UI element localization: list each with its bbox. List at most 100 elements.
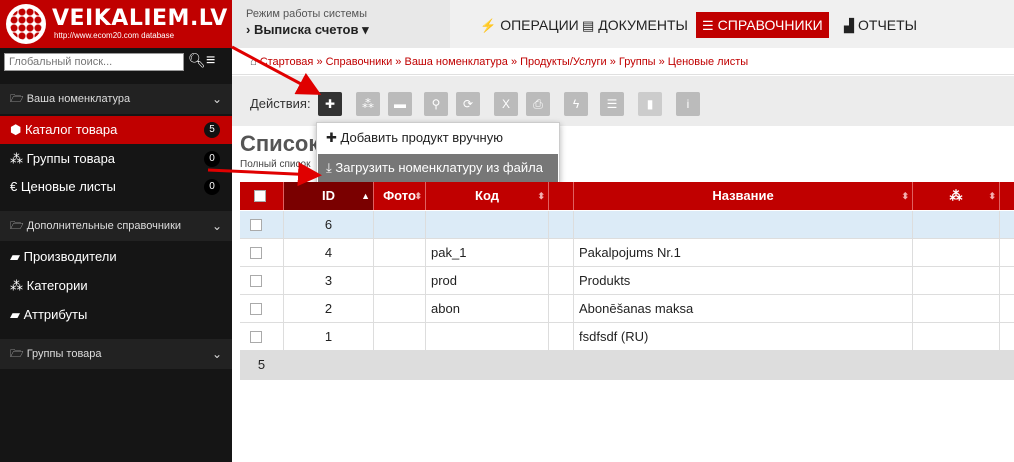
column-label: ID (322, 188, 335, 203)
nav-directories-label: СПРАВОЧНИКИ (717, 17, 823, 33)
cell-name (574, 211, 913, 239)
folder-open-icon: 🗁 (10, 93, 27, 105)
nav-documents[interactable]: ▤ ДОКУМЕНТЫ (576, 12, 694, 38)
cell-name: Pakalpojums Nr.1 (574, 239, 913, 267)
sort-icon[interactable]: ⬍ (537, 182, 545, 210)
mode-value-dropdown[interactable]: › Выписка счетов ▾ (246, 22, 369, 38)
page-title: Список (240, 131, 320, 156)
add-button[interactable]: ✚ (318, 92, 342, 116)
folder-open-icon: 🗁 (10, 220, 27, 232)
cell-photo (374, 323, 426, 351)
breadcrumb[interactable]: ⌂ Стартовая » Справочники » Ваша номенкл… (250, 56, 748, 68)
row-checkbox[interactable] (250, 331, 262, 343)
logo-pattern-icon (10, 8, 42, 40)
sidebar-item-price-lists[interactable]: € Ценовые листы 0 (0, 173, 232, 201)
count-badge: 0 (204, 151, 220, 167)
sidebar-item-label: Каталог товара (24, 122, 118, 137)
column-code[interactable]: Код ⬍ (426, 182, 549, 210)
refresh-button[interactable]: ⟳ (456, 92, 480, 116)
sidebar-item-attributes[interactable]: ▰ Аттрибуты (0, 301, 232, 329)
mode-label: Режим работы системы (246, 8, 368, 20)
row-checkbox[interactable] (250, 247, 262, 259)
sort-asc-icon[interactable]: ▲ (361, 182, 370, 210)
select-all-checkbox-cell[interactable] (240, 182, 284, 210)
chevron-down-icon: ⌄ (211, 92, 222, 106)
groups-button[interactable]: ⁂ (356, 92, 380, 116)
cell-groups (913, 267, 1000, 295)
nav-operations-label: ОПЕРАЦИИ (500, 17, 579, 33)
sort-icon[interactable]: ⬍ (988, 182, 996, 210)
cell-groups (913, 295, 1000, 323)
sidebar-item-manufacturers[interactable]: ▰ Производители (0, 243, 232, 271)
sidebar-item-groups[interactable]: ⁂ Группы товара 0 (0, 145, 232, 173)
column-groups[interactable]: ⁂ ⬍ (913, 182, 1000, 210)
nav-operations[interactable]: ⚡ ОПЕРАЦИИ (474, 12, 585, 38)
folder-open-icon: 🗁 (10, 348, 27, 360)
sidebar-section-additional[interactable]: 🗁 Дополнительные справочники ⌄ (0, 211, 232, 241)
sidebar-item-catalog[interactable]: ⬢ Каталог товара 5 (0, 116, 232, 144)
cell-code: prod (426, 267, 549, 295)
table-row[interactable]: 3 prod Produkts (240, 267, 1014, 295)
document-icon: ▤ (582, 18, 595, 33)
chevron-down-icon: ⌄ (211, 219, 222, 233)
sidebar-item-categories[interactable]: ⁂ Категории (0, 272, 232, 300)
chevron-down-icon: ⌄ (211, 347, 222, 361)
table-row[interactable]: 1 fsdfsdf (RU) (240, 323, 1014, 351)
menu-item-add-manually[interactable]: ✚ Добавить продукт вручную (318, 124, 558, 152)
column-extra[interactable] (1000, 182, 1014, 210)
folder-button[interactable]: ▬ (388, 92, 412, 116)
print-button[interactable]: ⎙ (526, 92, 550, 116)
info-button[interactable]: i (676, 92, 700, 116)
global-search-input[interactable] (4, 53, 184, 71)
logo-title: VEIKALIEM.LV (52, 6, 228, 31)
sitemap-icon: ⁂ (10, 278, 27, 293)
table-row[interactable]: 6 (240, 211, 1014, 239)
menu-item-label: Загрузить номенклатуру из файла (335, 160, 543, 175)
sidebar-item-label: Аттрибуты (23, 307, 88, 322)
cell-name: Abonēšanas maksa (574, 295, 913, 323)
cell-blank (549, 267, 574, 295)
excel-export-button[interactable]: X (494, 92, 518, 116)
cell-name: Produkts (574, 267, 913, 295)
cell-code: pak_1 (426, 239, 549, 267)
menu-item-import-file[interactable]: ⤓ Загрузить номенклатуру из файла (318, 154, 558, 182)
select-all-checkbox[interactable] (254, 190, 266, 202)
cell-blank (549, 323, 574, 351)
search-icon: ⚲ (431, 97, 441, 111)
bolt-icon: ⚡ (480, 18, 497, 33)
sidebar-item-label: Категории (26, 278, 88, 293)
cell-id: 6 (284, 211, 374, 239)
column-name[interactable]: Название ⬍ (574, 182, 913, 210)
search-button[interactable]: ⚲ (424, 92, 448, 116)
column-id[interactable]: ID ▲ (284, 182, 374, 210)
book-icon: ▰ (10, 249, 24, 264)
column-label: Фото (383, 188, 416, 203)
print-icon: ⎙ (533, 97, 543, 111)
refresh-icon: ⟳ (462, 97, 474, 111)
nav-directories[interactable]: ☰ СПРАВОЧНИКИ (696, 12, 829, 38)
search-icon[interactable]: 🔍︎ (188, 52, 206, 69)
operations-button[interactable]: ϟ (564, 92, 588, 116)
table-row[interactable]: 2 abon Abonēšanas maksa (240, 295, 1014, 323)
table-row[interactable]: 4 pak_1 Pakalpojums Nr.1 (240, 239, 1014, 267)
columns-button[interactable]: ☰ (600, 92, 624, 116)
nav-reports[interactable]: ▟ ОТЧЕТЫ (838, 12, 923, 38)
menu-icon[interactable]: ≡ (206, 52, 215, 70)
sidebar-section-groups[interactable]: 🗁 Группы товара ⌄ (0, 339, 232, 369)
row-checkbox[interactable] (250, 275, 262, 287)
delete-button[interactable]: ▮ (638, 92, 662, 116)
sidebar-section-nomenclature[interactable]: 🗁 Ваша номенклатура ⌄ (0, 84, 232, 114)
page-subtitle: Полный список (240, 159, 311, 170)
cell-groups (913, 211, 1000, 239)
list-icon: ☰ (606, 97, 618, 111)
cell-photo (374, 295, 426, 323)
cell-id: 3 (284, 267, 374, 295)
column-photo[interactable]: Фото ⬍ (374, 182, 426, 210)
breadcrumb-text[interactable]: Стартовая » Справочники » Ваша номенклат… (260, 56, 749, 68)
row-checkbox[interactable] (250, 303, 262, 315)
row-checkbox[interactable] (250, 219, 262, 231)
sort-icon[interactable]: ⬍ (414, 182, 422, 210)
sort-icon[interactable]: ⬍ (901, 182, 909, 210)
cell-id: 2 (284, 295, 374, 323)
bolt-icon: ϟ (572, 97, 580, 111)
